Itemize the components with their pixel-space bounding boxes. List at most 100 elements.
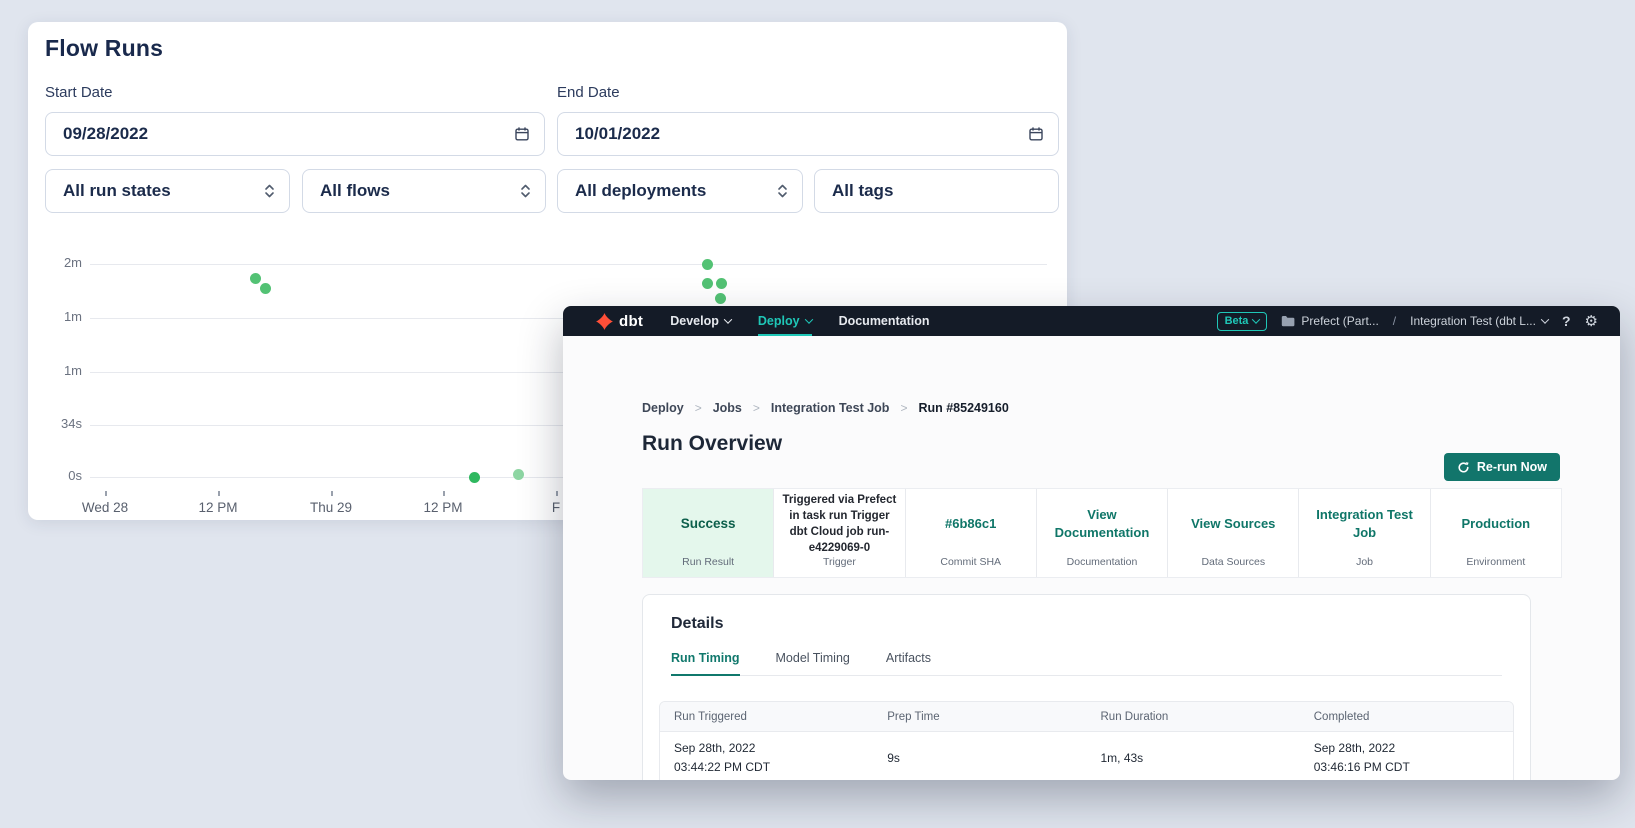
nav-documentation[interactable]: Documentation — [839, 306, 930, 336]
y-axis-tick-label: 34s — [28, 416, 82, 431]
dbt-navbar: dbt Develop Deploy Documentation Beta — [563, 306, 1620, 336]
x-axis-tick-label: 12 PM — [423, 500, 462, 515]
flow-run-dot[interactable] — [702, 259, 713, 270]
gear-icon[interactable]: ⚙ — [1585, 314, 1598, 329]
x-axis-tick-label: 12 PM — [198, 500, 237, 515]
col-run-triggered: Run Triggered — [660, 711, 873, 723]
job-label: Job — [1299, 556, 1429, 568]
environment-label: Environment — [1431, 556, 1561, 568]
x-axis-tick — [331, 491, 333, 496]
flow-run-dot[interactable] — [513, 469, 524, 480]
table-row: Sep 28th, 2022 03:44:22 PM CDT 9s 1m, 43… — [660, 732, 1513, 780]
project-name: Prefect (Part... — [1301, 314, 1378, 328]
job-cell: Integration Test Job Job — [1298, 489, 1429, 577]
run-triggered-date: Sep 28th, 2022 — [674, 739, 873, 758]
y-axis-tick-label: 0s — [28, 468, 82, 483]
tab-run-timing[interactable]: Run Timing — [671, 651, 740, 676]
breadcrumb-job-name[interactable]: Integration Test Job — [771, 401, 890, 415]
run-result-cell: Success Run Result — [643, 489, 773, 577]
completed-date: Sep 28th, 2022 — [1314, 739, 1513, 758]
view-sources-link[interactable]: View Sources — [1191, 515, 1275, 533]
completed-time: 03:46:16 PM CDT — [1314, 758, 1513, 777]
rerun-now-label: Re-run Now — [1477, 460, 1547, 474]
nav-deploy-label: Deploy — [758, 314, 800, 328]
commit-sha-label: Commit SHA — [906, 556, 1036, 568]
flow-run-dot[interactable] — [716, 278, 727, 289]
trigger-value: Triggered via Prefect in task run Trigge… — [782, 492, 896, 556]
flow-run-dot[interactable] — [250, 273, 261, 284]
breadcrumb-separator: > — [695, 401, 702, 415]
dbt-logo-text: dbt — [619, 313, 643, 330]
run-duration-value: 1m, 43s — [1087, 749, 1300, 768]
breadcrumb-deploy[interactable]: Deploy — [642, 401, 684, 415]
environment-name: Integration Test (dbt L... — [1410, 314, 1536, 328]
y-axis-tick-label: 2m — [28, 255, 82, 270]
data-sources-label: Data Sources — [1168, 556, 1298, 568]
x-axis-tick — [105, 491, 107, 496]
project-selector[interactable]: Prefect (Part... — [1281, 314, 1378, 328]
beta-label: Beta — [1225, 315, 1249, 327]
flow-run-dot[interactable] — [702, 278, 713, 289]
run-result-label: Run Result — [643, 556, 773, 568]
breadcrumb-run-id: Run #85249160 — [918, 401, 1008, 415]
dbt-content: Deploy > Jobs > Integration Test Job > R… — [563, 336, 1620, 780]
run-summary-strip: Success Run Result Triggered via Prefect… — [642, 488, 1562, 578]
page-title: Run Overview — [642, 432, 782, 456]
x-axis-tick — [443, 491, 445, 496]
job-link[interactable]: Integration Test Job — [1307, 506, 1421, 542]
chart-gridline — [90, 264, 1047, 265]
breadcrumb-jobs[interactable]: Jobs — [713, 401, 742, 415]
run-timing-table: Run Triggered Prep Time Run Duration Com… — [659, 701, 1514, 780]
flow-run-dot[interactable] — [260, 283, 271, 294]
run-triggered-time: 03:44:22 PM CDT — [674, 758, 873, 777]
flow-run-dot[interactable] — [715, 293, 726, 304]
refresh-icon — [1457, 461, 1470, 474]
tab-artifacts[interactable]: Artifacts — [886, 651, 931, 675]
beta-dropdown[interactable]: Beta — [1217, 312, 1268, 331]
x-axis-tick — [218, 491, 220, 496]
details-title: Details — [671, 615, 723, 633]
trigger-label: Trigger — [774, 556, 904, 568]
nav-develop[interactable]: Develop — [670, 306, 731, 336]
nav-deploy[interactable]: Deploy — [758, 306, 812, 336]
desktop: Flow Runs Start Date End Date 09/28/2022… — [0, 0, 1635, 828]
chevron-down-icon — [1252, 315, 1260, 323]
col-prep-time: Prep Time — [873, 711, 1086, 723]
x-axis-tick-label: Wed 28 — [82, 500, 128, 515]
y-axis-tick-label: 1m — [28, 363, 82, 378]
environment-link[interactable]: Production — [1462, 515, 1531, 533]
breadcrumb: Deploy > Jobs > Integration Test Job > R… — [642, 401, 1009, 415]
x-axis-tick-label: Thu 29 — [310, 500, 352, 515]
tab-model-timing[interactable]: Model Timing — [776, 651, 850, 675]
commit-sha-link[interactable]: #6b86c1 — [945, 515, 996, 533]
chevron-down-icon — [1541, 315, 1549, 323]
data-sources-cell: View Sources Data Sources — [1167, 489, 1298, 577]
commit-sha-cell: #6b86c1 Commit SHA — [905, 489, 1036, 577]
nav-develop-label: Develop — [670, 314, 719, 328]
dbt-logo[interactable]: dbt — [596, 313, 643, 330]
run-result-value: Success — [681, 515, 736, 534]
nav-documentation-label: Documentation — [839, 314, 930, 328]
help-icon[interactable]: ? — [1562, 313, 1571, 329]
environment-selector[interactable]: Integration Test (dbt L... — [1410, 314, 1548, 328]
details-panel: Details Run Timing Model Timing Artifact… — [642, 594, 1531, 780]
col-completed: Completed — [1300, 711, 1513, 723]
flow-run-dot[interactable] — [469, 472, 480, 483]
x-axis-tick — [556, 491, 558, 496]
chevron-down-icon — [724, 315, 732, 323]
prep-time-value: 9s — [873, 749, 1086, 768]
documentation-cell: View Documentation Documentation — [1036, 489, 1167, 577]
navbar-right: Beta Prefect (Part... / Integration Test… — [1217, 312, 1598, 331]
run-triggered-value: Sep 28th, 2022 03:44:22 PM CDT — [660, 739, 873, 776]
dbt-cloud-window: dbt Develop Deploy Documentation Beta — [563, 306, 1620, 780]
environment-cell: Production Environment — [1430, 489, 1561, 577]
chevron-down-icon — [804, 315, 812, 323]
rerun-now-button[interactable]: Re-run Now — [1444, 453, 1560, 481]
y-axis-tick-label: 1m — [28, 309, 82, 324]
breadcrumb-separator: > — [753, 401, 760, 415]
documentation-label: Documentation — [1037, 556, 1167, 568]
crumb-separator: / — [1393, 314, 1396, 328]
col-run-duration: Run Duration — [1087, 711, 1300, 723]
completed-value: Sep 28th, 2022 03:46:16 PM CDT — [1300, 739, 1513, 776]
view-documentation-link[interactable]: View Documentation — [1045, 506, 1159, 542]
